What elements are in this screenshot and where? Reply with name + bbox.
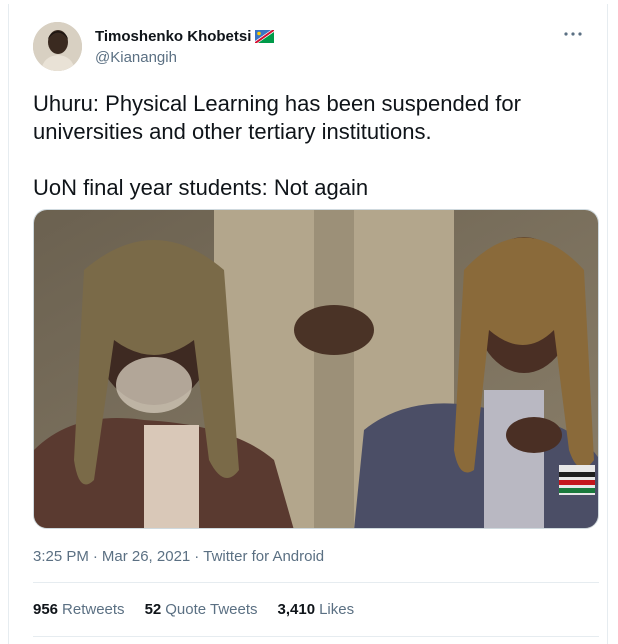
- retweets-stat[interactable]: 956 Retweets: [33, 601, 125, 618]
- retweets-count: 956: [33, 601, 59, 618]
- tweet-meta: 3:25 PM · Mar 26, 2021 · Twitter for And…: [33, 548, 324, 565]
- divider: [33, 636, 599, 637]
- likes-count: 3,410: [277, 601, 316, 618]
- divider: [33, 582, 599, 583]
- tweet-date[interactable]: Mar 26, 2021: [102, 548, 190, 565]
- quote-tweets-stat[interactable]: 52 Quote Tweets: [145, 601, 258, 618]
- tweet-stats: 956 Retweets 52 Quote Tweets 3,410 Likes: [33, 601, 354, 618]
- author-handle[interactable]: @Kianangih: [95, 49, 177, 66]
- meta-separator: ·: [92, 548, 98, 565]
- avatar-image: [33, 22, 82, 71]
- tweet-photo[interactable]: [33, 209, 599, 529]
- namibia-flag-icon: [255, 30, 275, 43]
- quote-tweets-label: Quote Tweets: [165, 601, 258, 618]
- tweet-text: Uhuru: Physical Learning has been suspen…: [33, 91, 521, 200]
- author-display-name[interactable]: Timoshenko Khobetsi: [95, 28, 251, 45]
- tweet-card: Timoshenko Khobetsi @Kianangih Uhuru: Ph…: [8, 4, 608, 644]
- likes-stat[interactable]: 3,410 Likes: [278, 601, 355, 618]
- more-options-icon[interactable]: [561, 22, 585, 46]
- author-name-row: Timoshenko Khobetsi: [95, 28, 275, 45]
- quote-tweets-count: 52: [144, 601, 162, 618]
- avatar[interactable]: [33, 22, 82, 71]
- tweet-client[interactable]: Twitter for Android: [203, 548, 324, 565]
- meta-separator: ·: [194, 548, 200, 565]
- retweets-label: Retweets: [62, 601, 125, 618]
- tweet-time[interactable]: 3:25 PM: [33, 548, 89, 565]
- likes-label: Likes: [319, 601, 355, 618]
- photo-two-elderly-men-icon: [34, 210, 598, 528]
